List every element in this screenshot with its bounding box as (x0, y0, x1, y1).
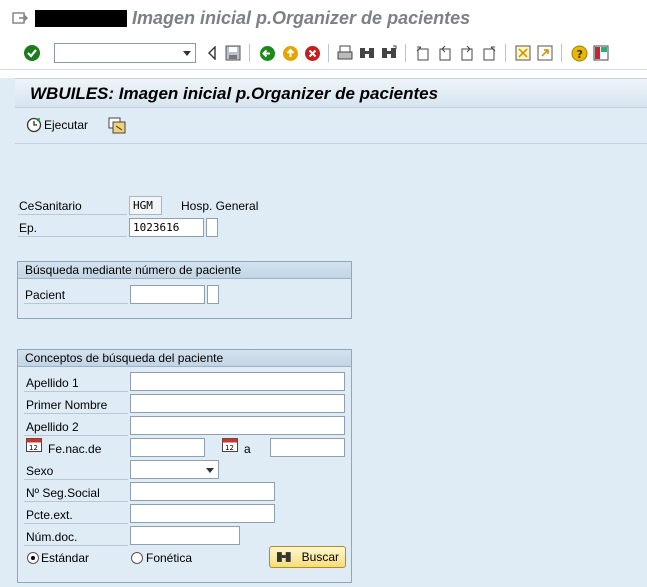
back-icon[interactable] (257, 43, 277, 63)
label-underline (24, 435, 128, 436)
calendar-icon: 12 (222, 438, 238, 452)
num-doc-label: Núm.doc. (26, 530, 78, 544)
fenac-field[interactable] (130, 438, 205, 457)
sexo-dropdown[interactable] (130, 460, 219, 479)
svg-text:?: ? (576, 48, 582, 61)
label-underline (24, 413, 128, 414)
title-bar: Imagen inicial p.Organizer de pacientes (0, 0, 647, 38)
num-doc-field[interactable] (130, 526, 240, 545)
apellido1-field[interactable] (130, 372, 345, 391)
save-icon[interactable] (223, 43, 243, 63)
page-title: WBUILES: Imagen inicial p.Organizer de p… (30, 84, 439, 103)
pacient-label: Pacient (25, 288, 66, 302)
toolbar-separator (405, 44, 406, 62)
screen-header: WBUILES: Imagen inicial p.Organizer de p… (15, 78, 647, 108)
main-content: CeSanitario HGM Hosp. General Ep. 102361… (15, 144, 647, 587)
nss-field[interactable] (130, 482, 275, 501)
toolbar-separator (328, 44, 329, 62)
radio-estandar-label: Estándar (41, 551, 90, 565)
apellido1-label: Apellido 1 (26, 376, 79, 390)
next-page-icon[interactable] (457, 43, 477, 63)
apellido2-label: Apellido 2 (26, 420, 79, 434)
buscar-button[interactable]: Buscar (269, 546, 346, 568)
label-underline (24, 545, 128, 546)
execute-clock-icon (26, 117, 42, 133)
new-session-icon[interactable] (513, 43, 533, 63)
radio-fonetica-label: Fonética (146, 551, 193, 565)
redacted-block (35, 10, 127, 27)
standard-toolbar: ? (0, 38, 647, 70)
patient-number-group: Búsqueda mediante número de paciente Pac… (17, 261, 352, 319)
first-page-icon[interactable] (413, 43, 433, 63)
label-underline (18, 236, 127, 237)
apellido2-field[interactable] (130, 416, 345, 435)
variant-icon[interactable] (108, 117, 126, 134)
find-icon[interactable] (357, 43, 377, 63)
fenac-to-label: a (244, 442, 251, 456)
pcte-ext-field[interactable] (130, 504, 275, 523)
search-concepts-group: Conceptos de búsqueda del paciente Apell… (17, 349, 352, 583)
nss-label: Nº Seg.Social (26, 486, 100, 500)
buscar-label: Buscar (301, 550, 339, 564)
execute-button[interactable]: Ejecutar (26, 117, 88, 133)
primer-nombre-label: Primer Nombre (26, 398, 108, 412)
help-icon[interactable]: ? (569, 43, 589, 63)
ep-search-help[interactable] (206, 218, 218, 237)
command-field[interactable] (54, 43, 196, 63)
toolbar-separator (249, 44, 250, 62)
label-underline (24, 303, 128, 304)
sexo-label: Sexo (26, 464, 54, 478)
find-next-icon[interactable] (379, 43, 399, 63)
cesanitario-description: Hosp. General (181, 199, 259, 213)
back-nav-icon[interactable] (202, 43, 222, 63)
exit-icon[interactable] (280, 43, 300, 63)
calendar-icon: 12 (26, 438, 42, 452)
ep-field[interactable]: 1023616 (129, 218, 204, 237)
execute-label: Ejecutar (44, 118, 89, 132)
label-underline (24, 391, 128, 392)
binoculars-icon (276, 552, 291, 562)
label-underline (18, 214, 127, 215)
application-toolbar: Ejecutar (15, 108, 647, 144)
patient-number-group-title: Búsqueda mediante número de paciente (18, 262, 351, 279)
fenac-to-field[interactable] (270, 438, 345, 457)
shortcut-icon[interactable] (535, 43, 555, 63)
svg-text:12: 12 (225, 444, 234, 452)
chevron-down-icon[interactable] (183, 51, 191, 56)
label-underline (24, 501, 128, 502)
pacient-field[interactable] (130, 285, 205, 304)
toolbar-separator (505, 44, 506, 62)
system-menu-icon[interactable] (12, 11, 28, 25)
radio-fonetica[interactable] (131, 552, 143, 564)
print-icon[interactable] (335, 43, 355, 63)
svg-text:12: 12 (29, 444, 38, 452)
cesanitario-field[interactable]: HGM (129, 196, 162, 215)
chevron-down-icon[interactable] (206, 468, 214, 473)
cesanitario-label: CeSanitario (19, 199, 82, 213)
cancel-icon[interactable] (302, 43, 322, 63)
label-underline (24, 479, 128, 480)
pcte-ext-label: Pcte.ext. (26, 508, 73, 522)
prev-page-icon[interactable] (435, 43, 455, 63)
label-underline (24, 523, 128, 524)
enter-icon[interactable] (22, 43, 42, 63)
last-page-icon[interactable] (479, 43, 499, 63)
layout-icon[interactable] (591, 43, 611, 63)
ep-label: Ep. (19, 221, 38, 235)
primer-nombre-field[interactable] (130, 394, 345, 413)
pacient-search-help[interactable] (207, 285, 219, 304)
radio-estandar[interactable] (27, 552, 39, 564)
window-title: Imagen inicial p.Organizer de pacientes (132, 8, 471, 28)
toolbar-separator (561, 44, 562, 62)
search-concepts-group-title: Conceptos de búsqueda del paciente (18, 350, 351, 367)
fenac-label: Fe.nac.de (48, 442, 102, 456)
toolbar-spacer (0, 70, 647, 78)
